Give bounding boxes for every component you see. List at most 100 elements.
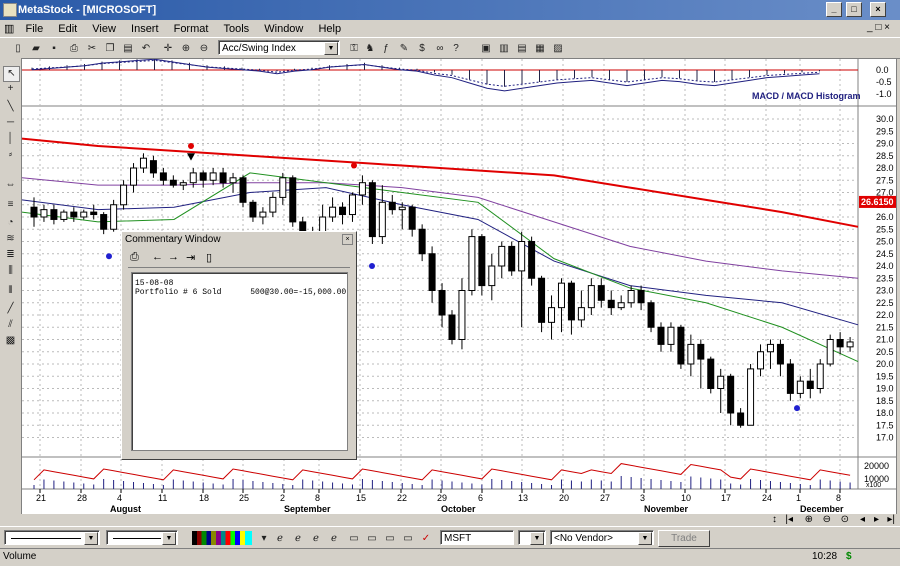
price-tick-label: 24.0 [876, 261, 894, 271]
chevron-down-icon[interactable]: ▼ [162, 532, 176, 545]
zoom-out-icon[interactable]: ⊖ [196, 41, 212, 56]
expert-icon[interactable]: ♞ [362, 41, 378, 56]
chart-type-icon-2[interactable]: ▭ [364, 531, 380, 546]
cut-icon[interactable]: ✂ [84, 41, 100, 56]
minimize-button[interactable]: _ [826, 2, 842, 17]
commentary-window[interactable]: Commentary Window × ⎙ ← → ⇥ ▯ 15-08-08 Po… [121, 231, 357, 460]
vendor-select[interactable]: <No Vendor> ▼ [550, 530, 654, 545]
arrange-icon[interactable]: ▨ [550, 41, 566, 56]
cycle-icon[interactable]: ⦀ [3, 284, 18, 298]
chevron-down-icon[interactable]: ▼ [530, 532, 544, 545]
crosshair-tool-icon[interactable]: + [3, 82, 18, 96]
zoom-in-scroll-icon[interactable]: ⊕ [805, 514, 813, 525]
chevron-down-icon[interactable]: ▼ [324, 42, 338, 55]
fan-icon[interactable]: ≋ [3, 232, 18, 246]
candle-body [577, 307, 585, 321]
document-icon[interactable]: ▥ [0, 20, 16, 35]
candle-body [498, 245, 506, 267]
status-text: Volume [3, 551, 37, 562]
tile-horizontal-icon[interactable]: ▤ [514, 41, 530, 56]
retracement-icon[interactable]: ≣ [3, 248, 18, 262]
tile-vertical-icon[interactable]: ▥ [496, 41, 512, 56]
tile-grid-icon[interactable]: ▦ [532, 41, 548, 56]
window-cascade-icon[interactable]: ▣ [478, 41, 494, 56]
menu-file[interactable]: File [19, 21, 49, 35]
scroll-end-icon[interactable]: ▸| [887, 514, 895, 525]
pointer-icon[interactable]: ↖ [3, 66, 20, 82]
grid-tool-icon[interactable]: ▩ [3, 334, 18, 348]
chart-type-icon-1[interactable]: ▭ [346, 531, 362, 546]
save-icon[interactable]: ▪ [46, 41, 62, 56]
new-icon[interactable]: ▯ [10, 41, 26, 56]
arc-icon[interactable]: ◔ [3, 216, 18, 230]
fibonacci-icon[interactable]: ≡ [3, 198, 18, 212]
menu-format[interactable]: Format [168, 21, 215, 35]
zoom-icon[interactable]: ⊕ [178, 41, 194, 56]
open-icon[interactable]: ▰ [28, 41, 44, 56]
function-icon[interactable]: ƒ [378, 41, 394, 56]
dollar-icon[interactable]: $ [414, 41, 430, 56]
menu-window[interactable]: Window [258, 21, 309, 35]
print-icon[interactable]: ⎙ [66, 41, 82, 56]
vertical-line-icon[interactable]: │ [3, 132, 18, 146]
buy-signal-dot [369, 263, 375, 269]
color-palette[interactable] [192, 531, 252, 545]
candle-body [786, 363, 794, 394]
ie-icon-1[interactable]: ℯ [272, 531, 288, 546]
mdi-controls-icon[interactable]: _ □ × [861, 20, 896, 33]
symbol-field[interactable]: MSFT [440, 530, 514, 545]
ie-icon-2[interactable]: ℯ [290, 531, 306, 546]
menu-edit[interactable]: Edit [52, 21, 83, 35]
chart-type-icon-3[interactable]: ▭ [382, 531, 398, 546]
menu-tools[interactable]: Tools [218, 21, 256, 35]
periodicity-select[interactable]: ▼ [518, 530, 546, 545]
scroll-start-icon[interactable]: |◂ [785, 514, 793, 525]
drawing-toolbar: ↖ + ╲ ─ │ ⸗ ⇔ ≡ ◔ ≋ ≣ ⫼ ⦀ ╱ ⫽ ▩ [0, 58, 21, 518]
help-icon[interactable]: ? [448, 41, 464, 56]
indicator-select[interactable]: Acc/Swing Index ▼ [218, 40, 340, 55]
ie-icon-4[interactable]: ℯ [326, 531, 342, 546]
cycle-lines-icon[interactable]: ⸗ [3, 148, 18, 162]
copy-icon[interactable]: ❐ [102, 41, 118, 56]
checkmark-icon[interactable]: ✓ [418, 531, 434, 546]
explorer-icon[interactable]: ✎ [396, 41, 412, 56]
candle-body [50, 209, 58, 220]
commentary-end-icon[interactable]: ⇥ [186, 251, 195, 264]
scroll-prev-icon[interactable]: ◂ [860, 514, 865, 525]
horizontal-line-icon[interactable]: ─ [3, 116, 18, 130]
color-dropdown-icon[interactable]: ▾ [256, 531, 272, 546]
chevron-down-icon[interactable]: ▼ [84, 532, 98, 545]
close-button[interactable]: × [870, 2, 886, 17]
maximize-button[interactable]: □ [846, 2, 862, 17]
scroll-next-icon[interactable]: ▸ [874, 514, 879, 525]
menu-insert[interactable]: Insert [125, 21, 165, 35]
time-zones-icon[interactable]: ⫼ [3, 264, 18, 278]
menu-help[interactable]: Help [312, 21, 347, 35]
commentary-forward-icon[interactable]: → [168, 251, 179, 263]
trendline-icon[interactable]: ╲ [3, 100, 18, 114]
paste-icon[interactable]: ▤ [120, 41, 136, 56]
lock-icon[interactable]: ⚿ [346, 41, 362, 56]
speed-lines-icon[interactable]: ⫽ [3, 318, 18, 332]
price-tick-label: 17.5 [876, 420, 894, 430]
ie-icon-3[interactable]: ℯ [308, 531, 324, 546]
trade-button[interactable]: Trade [658, 530, 710, 547]
line-weight-select[interactable]: ▼ [106, 530, 178, 545]
channel-icon[interactable]: ⇔ [3, 178, 18, 192]
candle-body [259, 211, 267, 218]
zoom-reset-icon[interactable]: ⊙ [841, 514, 849, 525]
undo-icon[interactable]: ↶ [138, 41, 154, 56]
menu-view[interactable]: View [86, 21, 122, 35]
scroll-left-icon[interactable]: ↕ [772, 514, 777, 525]
commentary-print-icon[interactable]: ⎙ [130, 251, 139, 264]
regression-icon[interactable]: ╱ [3, 302, 18, 316]
chart-type-icon-4[interactable]: ▭ [400, 531, 416, 546]
crosshair-icon[interactable]: ✛ [160, 41, 176, 56]
zoom-out-scroll-icon[interactable]: ⊖ [823, 514, 831, 525]
binoculars-icon[interactable]: ∞ [432, 41, 448, 56]
line-style-select[interactable]: ▼ [4, 530, 100, 545]
chevron-down-icon[interactable]: ▼ [638, 532, 652, 545]
commentary-page-icon[interactable]: ▯ [206, 251, 212, 264]
commentary-close-icon[interactable]: × [342, 234, 353, 245]
commentary-back-icon[interactable]: ← [152, 251, 163, 263]
